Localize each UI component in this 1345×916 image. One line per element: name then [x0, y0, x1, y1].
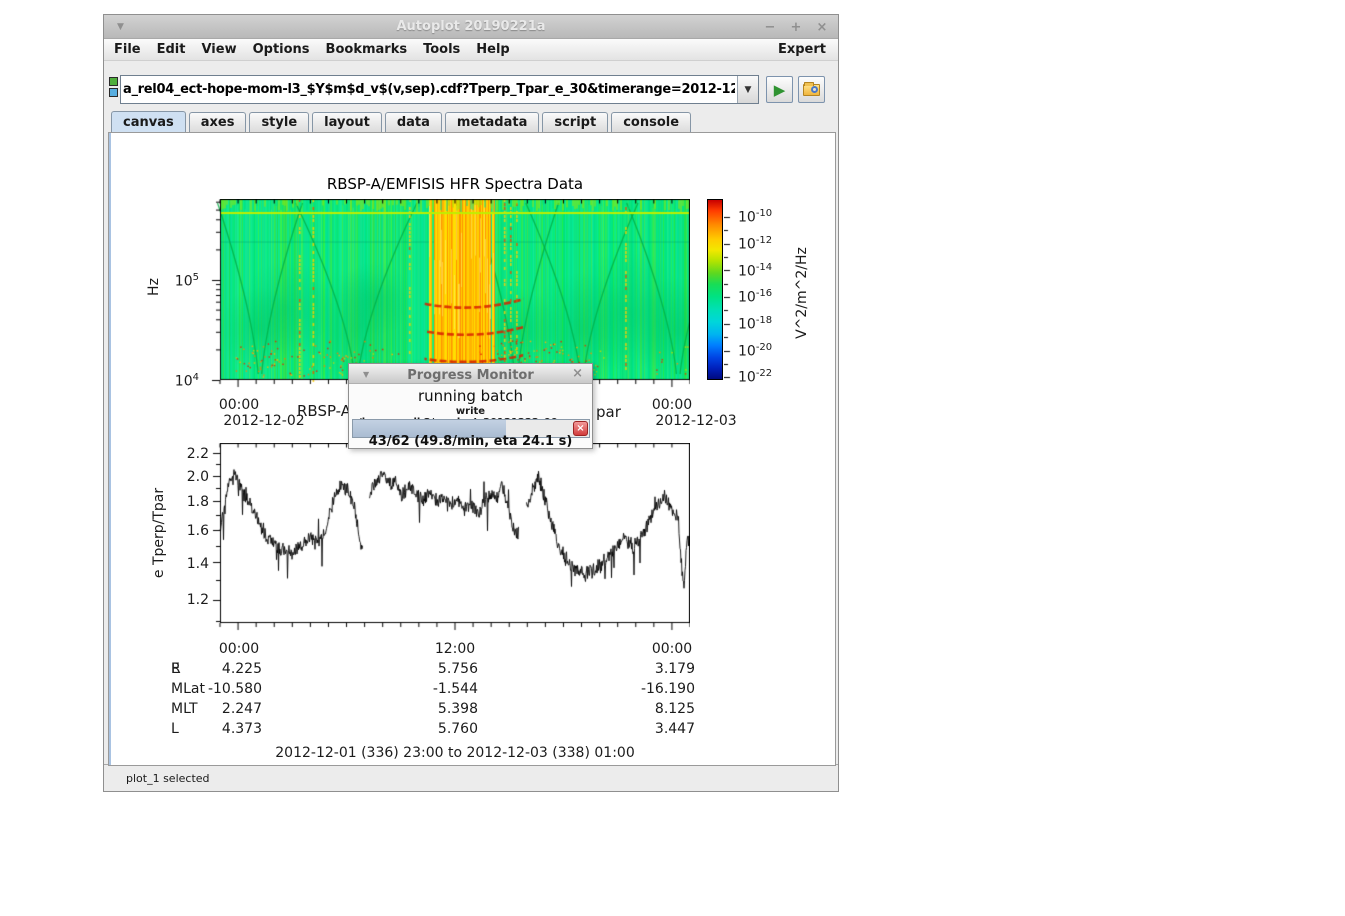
- ephemeris-row-re: RE 4.225 5.756 3.179: [109, 661, 837, 681]
- spectro-xtick-left-date: 2012-12-02: [223, 413, 304, 429]
- lineplot-ytick-3: 1.6: [165, 523, 209, 539]
- tperp-tpar-plot[interactable]: [210, 443, 690, 633]
- spectrogram-ytick-1e4: 104: [155, 372, 199, 390]
- ephemeris-row-mlat: MLat -10.580 -1.544 -16.190: [109, 681, 837, 701]
- dialog-menu-icon[interactable]: ▼: [363, 370, 369, 379]
- tab-canvas[interactable]: canvas: [111, 111, 186, 132]
- lineplot-ytick-4: 1.4: [165, 556, 209, 572]
- address-combobox: ▼: [120, 75, 759, 104]
- lineplot-ytick-0: 2.2: [165, 446, 209, 462]
- spectro-xtick-right-date: 2012-12-03: [655, 413, 736, 429]
- close-button[interactable]: ×: [814, 20, 830, 35]
- plot-canvas-panel: RBSP-A/EMFISIS HFR Spectra Data Hz 105 1…: [108, 132, 836, 766]
- maximize-button[interactable]: +: [788, 20, 804, 35]
- folder-search-icon: [803, 84, 820, 96]
- colorbar-tick-3: 10-16: [738, 288, 772, 306]
- tab-style[interactable]: style: [249, 112, 309, 132]
- menubar: File Edit View Options Bookmarks Tools H…: [104, 39, 838, 61]
- lineplot-xtick-0: 00:00: [219, 641, 259, 657]
- lineplot-ytick-2: 1.8: [165, 494, 209, 510]
- status-text: plot_1 selected: [126, 772, 210, 785]
- main-tabs: canvas axes style layout data metadata s…: [111, 111, 694, 132]
- lineplot-ytick-5: 1.2: [165, 592, 209, 608]
- colorbar-tick-2: 10-14: [738, 262, 772, 280]
- window-title: Autoplot 20190221a: [396, 19, 545, 34]
- chevron-down-icon[interactable]: ▼: [737, 76, 758, 103]
- go-button[interactable]: ▶: [766, 76, 793, 103]
- expert-toggle[interactable]: Expert: [778, 42, 826, 57]
- lineplot-title-fragment-left: RBSP-A: [297, 402, 351, 420]
- lineplot-title-fragment-right: par: [596, 403, 621, 421]
- progress-dialog-titlebar: ▼ Progress Monitor ×: [349, 364, 592, 384]
- progress-status-label: 43/62 (49.8/min, eta 24.1 s): [349, 434, 592, 449]
- minimize-button[interactable]: −: [762, 20, 778, 35]
- colorbar-tick-5: 10-20: [738, 342, 772, 360]
- progress-task-label: running batch: [349, 387, 592, 405]
- lineplot-ytick-1: 2.0: [165, 469, 209, 485]
- spectrogram-ytick-1e5: 105: [155, 272, 199, 290]
- menu-bookmarks[interactable]: Bookmarks: [326, 42, 408, 57]
- layer-status-icon[interactable]: [109, 88, 118, 97]
- colorbar-tick-4: 10-18: [738, 315, 772, 333]
- colorbar-ticks: [724, 199, 736, 380]
- window-menu-icon[interactable]: ▼: [117, 22, 124, 32]
- tab-script[interactable]: script: [542, 112, 608, 132]
- tab-metadata[interactable]: metadata: [445, 112, 539, 132]
- lineplot-xtick-1: 12:00: [435, 641, 475, 657]
- menu-file[interactable]: File: [114, 42, 141, 57]
- progress-dialog-title: Progress Monitor: [407, 368, 534, 383]
- spectrogram-title: RBSP-A/EMFISIS HFR Spectra Data: [220, 175, 690, 193]
- colorbar-tick-6: 10-22: [738, 368, 772, 386]
- menu-view[interactable]: View: [201, 42, 236, 57]
- colorbar-tick-0: 10-10: [738, 208, 772, 226]
- menu-help[interactable]: Help: [476, 42, 509, 57]
- tab-console[interactable]: console: [611, 112, 691, 132]
- colorbar: [707, 199, 723, 380]
- colorbar-label: V^2/m^2/Hz: [794, 247, 810, 339]
- autoplot-window: ▼ Autoplot 20190221a − + × File Edit Vie…: [103, 14, 839, 792]
- datasource-status-icon[interactable]: [109, 77, 118, 86]
- menu-options[interactable]: Options: [253, 42, 310, 57]
- timerange-footer: 2012-12-01 (336) 23:00 to 2012-12-03 (33…: [220, 745, 690, 761]
- lineplot-xtick-2: 00:00: [652, 641, 692, 657]
- tab-layout[interactable]: layout: [312, 112, 382, 132]
- window-titlebar: ▼ Autoplot 20190221a − + ×: [104, 15, 838, 39]
- menu-tools[interactable]: Tools: [423, 42, 460, 57]
- tab-data[interactable]: data: [385, 112, 442, 132]
- menu-edit[interactable]: Edit: [157, 42, 186, 57]
- address-toolbar: ▼ ▶: [104, 61, 838, 111]
- dialog-close-icon[interactable]: ×: [572, 366, 583, 381]
- spectro-xtick-right-time: 00:00: [652, 397, 692, 413]
- status-bar: plot_1 selected: [104, 764, 838, 791]
- spectrogram-plot[interactable]: [210, 199, 690, 390]
- play-icon: ▶: [774, 81, 786, 99]
- spectro-xtick-left-time: 00:00: [219, 397, 259, 413]
- inspect-uri-button[interactable]: [798, 76, 825, 103]
- address-input[interactable]: [121, 76, 737, 103]
- ephemeris-row-l: L 4.373 5.760 3.447: [109, 721, 837, 741]
- tab-axes[interactable]: axes: [189, 112, 247, 132]
- progress-monitor-dialog: ▼ Progress Monitor × running batch write…: [348, 363, 593, 449]
- colorbar-tick-1: 10-12: [738, 235, 772, 253]
- ephemeris-row-mlt: MLT 2.247 5.398 8.125: [109, 701, 837, 721]
